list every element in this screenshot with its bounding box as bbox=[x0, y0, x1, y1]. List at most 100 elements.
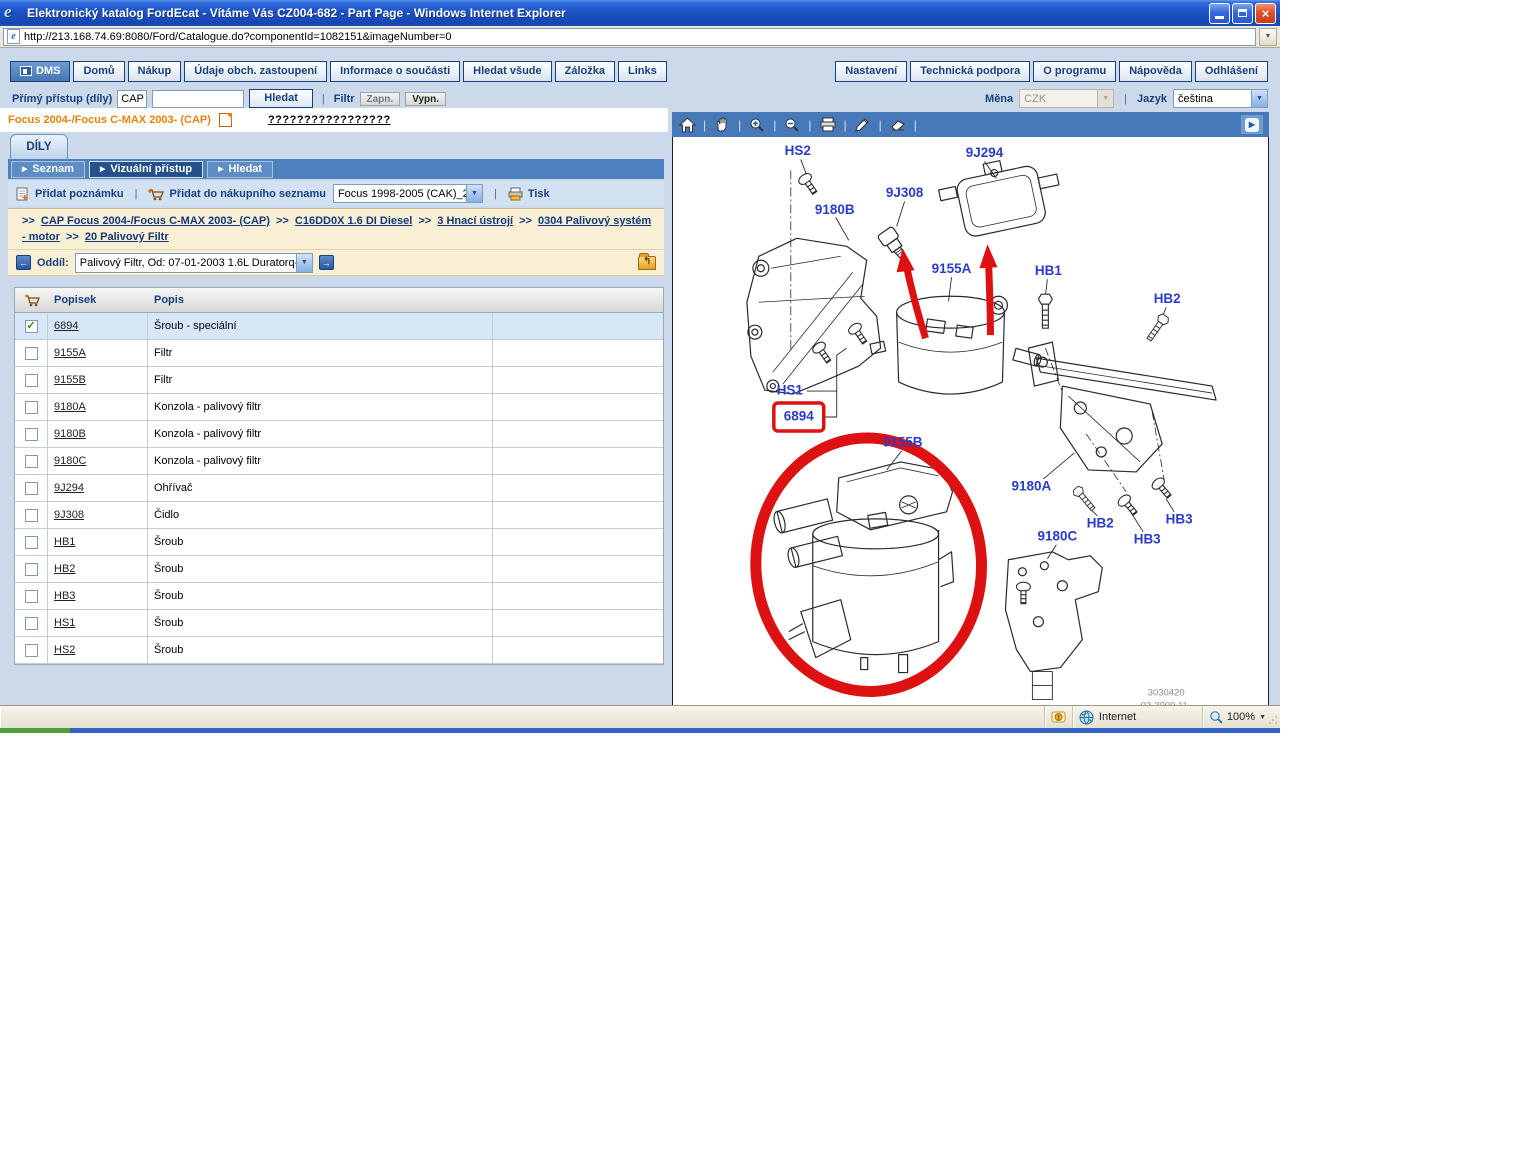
table-row[interactable]: HB1Šroub bbox=[15, 529, 663, 556]
restore-button[interactable] bbox=[1232, 3, 1253, 24]
diagram-part-label[interactable]: HB1 bbox=[1035, 263, 1062, 278]
row-checkbox[interactable] bbox=[15, 421, 48, 447]
diagram-part-label[interactable]: HS1 bbox=[777, 383, 804, 398]
parts-diagram[interactable]: HS29J2949J3089180B9155AHB1HB2HS168949155… bbox=[673, 137, 1268, 710]
header-popis[interactable]: Popis bbox=[148, 294, 493, 306]
diagram-part-label[interactable]: 9155A bbox=[932, 261, 972, 276]
row-checkbox[interactable] bbox=[15, 394, 48, 420]
header-popisek[interactable]: Popisek bbox=[48, 294, 148, 306]
folder-up-icon[interactable] bbox=[638, 256, 656, 270]
nav-dms[interactable]: DMS bbox=[10, 61, 70, 82]
part-code-link[interactable]: 9J294 bbox=[54, 482, 84, 494]
part-code-link[interactable]: 9180A bbox=[54, 401, 86, 413]
url-box[interactable]: e http://213.168.74.69:8080/Ford/Catalog… bbox=[3, 28, 1256, 46]
minimize-button[interactable] bbox=[1209, 3, 1230, 24]
table-row[interactable]: HS1Šroub bbox=[15, 610, 663, 637]
security-report-icon[interactable] bbox=[1045, 706, 1073, 728]
row-checkbox[interactable] bbox=[15, 340, 48, 366]
table-row[interactable]: HB2Šroub bbox=[15, 556, 663, 583]
search-button[interactable]: Hledat bbox=[249, 89, 313, 108]
part-code-link[interactable]: HB2 bbox=[54, 563, 75, 575]
add-to-shopping-list-link[interactable]: Přidat do nákupního seznamu bbox=[148, 187, 325, 201]
diagram-part-label[interactable]: HB3 bbox=[1134, 531, 1161, 546]
vehicle-question-link[interactable]: ????????????????? bbox=[268, 114, 391, 126]
pan-hand-icon[interactable] bbox=[713, 116, 731, 134]
table-row[interactable]: 9180AKonzola - palivový filtr bbox=[15, 394, 663, 421]
shopping-list-select[interactable]: Focus 1998-2005 (CAK)_2▼ bbox=[333, 184, 483, 203]
diagram-part-label[interactable]: 9180A bbox=[1012, 478, 1052, 493]
home-icon[interactable] bbox=[678, 116, 696, 134]
part-code-link[interactable]: HB3 bbox=[54, 590, 75, 602]
part-code-link[interactable]: 9180C bbox=[54, 455, 86, 467]
row-checkbox[interactable]: ✓ bbox=[15, 313, 48, 339]
part-code-link[interactable]: HS1 bbox=[54, 617, 75, 629]
tab-dily[interactable]: DÍLY bbox=[10, 134, 68, 159]
nav-n-kup[interactable]: Nákup bbox=[128, 61, 182, 82]
diagram-part-label[interactable]: 9180C bbox=[1038, 528, 1078, 543]
section-select[interactable]: Palivový Filtr, Od: 07-01-2003 1.6L Dura… bbox=[75, 253, 313, 273]
row-checkbox[interactable] bbox=[15, 556, 48, 582]
row-checkbox[interactable] bbox=[15, 529, 48, 555]
row-checkbox[interactable] bbox=[15, 583, 48, 609]
section-next-button[interactable]: → bbox=[319, 255, 334, 270]
row-checkbox[interactable] bbox=[15, 448, 48, 474]
filter-off-button[interactable]: Vypn. bbox=[405, 92, 446, 106]
part-code-link[interactable]: 9155A bbox=[54, 347, 86, 359]
close-button[interactable]: × bbox=[1255, 3, 1276, 24]
zoom-in-icon[interactable] bbox=[748, 116, 766, 134]
part-code-link[interactable]: HB1 bbox=[54, 536, 75, 548]
nav-dom-[interactable]: Domů bbox=[73, 61, 124, 82]
row-checkbox[interactable] bbox=[15, 610, 48, 636]
part-code-link[interactable]: 9180B bbox=[54, 428, 86, 440]
view-button-seznam[interactable]: ▶Seznam bbox=[11, 161, 85, 178]
part-code-link[interactable]: 9155B bbox=[54, 374, 86, 386]
add-note-link[interactable]: Přidat poznámku bbox=[16, 187, 124, 201]
diagram-part-label[interactable]: HB2 bbox=[1154, 291, 1181, 306]
diagram-part-label[interactable]: HB3 bbox=[1166, 511, 1193, 526]
breadcrumb-link[interactable]: 3 Hnací ústrojí bbox=[437, 215, 513, 227]
diagram-part-label[interactable]: 9180B bbox=[815, 202, 855, 217]
filter-on-button[interactable]: Zapn. bbox=[360, 92, 401, 106]
table-row[interactable]: HB3Šroub bbox=[15, 583, 663, 610]
diagram-part-label[interactable]: 9155B bbox=[883, 435, 923, 450]
table-row[interactable]: 9155BFiltr bbox=[15, 367, 663, 394]
nav-nastaven-[interactable]: Nastavení bbox=[835, 61, 907, 82]
diagram-part-label-selected[interactable]: 6894 bbox=[784, 409, 814, 424]
cap-field[interactable]: CAP bbox=[117, 90, 147, 108]
nav-n-pov-da[interactable]: Nápověda bbox=[1119, 61, 1192, 82]
table-row[interactable]: 9J294Ohřívač bbox=[15, 475, 663, 502]
diagram-part-label[interactable]: HB2 bbox=[1087, 515, 1114, 530]
row-checkbox[interactable] bbox=[15, 637, 48, 663]
nav-informace-o-sou-sti[interactable]: Informace o součásti bbox=[330, 61, 460, 82]
table-row[interactable]: HS2Šroub bbox=[15, 637, 663, 664]
panel-expand-button[interactable]: ▶ bbox=[1241, 115, 1263, 134]
nav-hledat-v-ude[interactable]: Hledat všude bbox=[463, 61, 551, 82]
breadcrumb-link[interactable]: C16DD0X 1.6 DI Diesel bbox=[295, 215, 412, 227]
part-code-link[interactable]: 6894 bbox=[54, 320, 78, 332]
nav-o-programu[interactable]: O programu bbox=[1033, 61, 1116, 82]
print-link[interactable]: Tisk bbox=[508, 187, 550, 201]
diagram-part-label[interactable]: 9J294 bbox=[966, 145, 1004, 160]
table-row[interactable]: 9J308Čidlo bbox=[15, 502, 663, 529]
url-dropdown-button[interactable]: ▼ bbox=[1259, 28, 1277, 46]
eraser-icon[interactable] bbox=[889, 116, 907, 134]
print-diagram-icon[interactable] bbox=[819, 116, 837, 134]
resize-grip[interactable] bbox=[1267, 714, 1279, 726]
pencil-icon[interactable] bbox=[854, 116, 872, 134]
row-checkbox[interactable] bbox=[15, 502, 48, 528]
part-code-link[interactable]: 9J308 bbox=[54, 509, 84, 521]
part-search-input[interactable] bbox=[152, 90, 244, 108]
section-prev-button[interactable]: ← bbox=[16, 255, 31, 270]
nav-z-lo-ka[interactable]: Záložka bbox=[555, 61, 615, 82]
breadcrumb-link[interactable]: CAP Focus 2004-/Focus C-MAX 2003- (CAP) bbox=[41, 215, 270, 227]
table-row[interactable]: 9180CKonzola - palivový filtr bbox=[15, 448, 663, 475]
breadcrumb-link[interactable]: 20 Palivový Filtr bbox=[85, 231, 169, 243]
row-checkbox[interactable] bbox=[15, 367, 48, 393]
vehicle-doc-icon[interactable] bbox=[219, 113, 232, 127]
part-code-link[interactable]: HS2 bbox=[54, 644, 75, 656]
nav--daje-obch-zastoupen-[interactable]: Údaje obch. zastoupení bbox=[184, 61, 327, 82]
nav-technick-podpora[interactable]: Technická podpora bbox=[910, 61, 1030, 82]
diagram-part-label[interactable]: HS2 bbox=[785, 143, 811, 158]
row-checkbox[interactable] bbox=[15, 475, 48, 501]
zoom-out-icon[interactable] bbox=[783, 116, 801, 134]
